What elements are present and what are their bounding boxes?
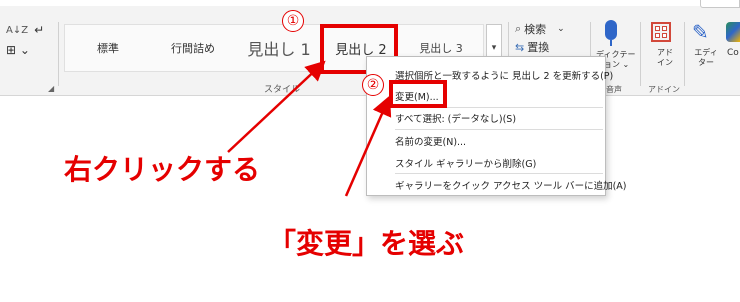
paragraph-tools: A↓Z ↵ ⊞ ⌄ (6, 20, 54, 60)
editor-label-line2: ター (698, 58, 714, 67)
divider (640, 22, 641, 86)
search-dropdown-chevron[interactable]: ⌄ (557, 24, 565, 34)
sort-button[interactable]: A↓Z (6, 25, 28, 36)
addins-label-line2: イン (657, 58, 673, 67)
choose-modify-caption: 「変更」を選ぶ (268, 227, 465, 260)
voice-group-label: 音声 (606, 85, 622, 94)
add-ins-button-label[interactable]: アド イン (653, 48, 677, 68)
style-no-spacing[interactable]: 行間詰め (151, 25, 235, 71)
menu-item-rename-label: 名前の変更(N)... (395, 137, 467, 148)
menu-item-remove-from-gallery[interactable]: スタイル ギャラリーから削除(G) (395, 156, 536, 170)
editor-button-label[interactable]: エディ ター (694, 48, 718, 68)
menu-separator (395, 129, 603, 130)
replace-button[interactable]: ⇆ 置換 (515, 38, 565, 56)
chevron-down-icon: ▾ (491, 43, 497, 53)
modify-item-highlight-box (389, 80, 447, 108)
menu-separator (395, 173, 603, 174)
menu-item-rename[interactable]: 名前の変更(N)... (395, 134, 466, 148)
menu-item-select-all-label: すべて選択: (データなし)(S) (395, 114, 517, 125)
search-button[interactable]: ⌕ 検索 ⌄ (515, 20, 565, 38)
add-ins-icon[interactable] (651, 22, 671, 42)
search-label: 検索 (524, 23, 547, 36)
copilot-icon[interactable] (726, 22, 740, 42)
style-normal[interactable]: 標準 (69, 25, 147, 71)
menu-item-add-to-qat[interactable]: ギャラリーをクイック アクセス ツール バーに追加(A) (395, 178, 627, 192)
borders-button[interactable]: ⊞ ⌄ (6, 43, 30, 57)
menu-item-select-all[interactable]: すべて選択: (データなし)(S) (395, 111, 516, 125)
editor-pen-icon[interactable]: ✎ (692, 20, 709, 44)
editor-label-line1: エディ (694, 48, 718, 57)
style-heading-1[interactable]: 見出し 1 (237, 25, 321, 71)
menu-item-remove-label: スタイル ギャラリーから削除(G) (395, 159, 537, 170)
divider (58, 22, 59, 86)
paragraph-mark-button[interactable]: ↵ (34, 23, 44, 37)
ribbon-top-strip (0, 0, 740, 6)
replace-label: 置換 (527, 41, 550, 54)
menu-item-add-qat-label: ギャラリーをクイック アクセス ツール バーに追加(A) (395, 181, 627, 192)
microphone-stand (610, 40, 612, 46)
step-2-badge: ② (362, 74, 384, 96)
window-control-stub[interactable] (700, 0, 740, 8)
step-1-badge: ① (282, 10, 304, 32)
copilot-label[interactable]: Co (727, 48, 739, 58)
context-menu: 選択個所と一致するように 見出し 2 を更新する(P) 変更(M)... すべて… (366, 56, 627, 196)
addins-label-line1: アド (657, 48, 673, 57)
divider (684, 22, 685, 86)
addins-group-label: アドイン (648, 85, 680, 94)
right-click-caption: 右クリックする (64, 153, 261, 186)
search-icon: ⌕ (515, 22, 522, 35)
replace-icon: ⇆ (515, 40, 525, 54)
microphone-icon[interactable] (605, 20, 617, 40)
styles-group-label: スタイル (264, 85, 301, 95)
paragraph-dialog-launcher-icon[interactable]: ◢ (48, 84, 54, 93)
